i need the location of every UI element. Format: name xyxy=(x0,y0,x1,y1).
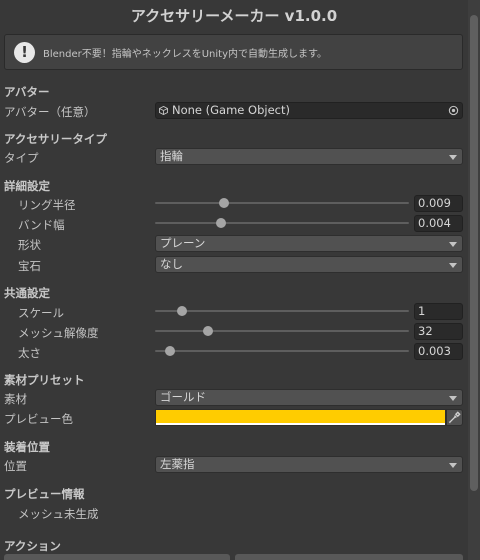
section-accessory-type: アクセサリータイプ xyxy=(4,132,107,146)
gem-dropdown[interactable]: なし xyxy=(155,256,463,273)
avatar-field-label: アバター（任意） xyxy=(4,105,96,119)
section-attach: 装着位置 xyxy=(4,440,50,454)
position-dropdown[interactable]: 左薬指 xyxy=(155,456,463,473)
mesh-resolution-slider[interactable] xyxy=(155,323,409,340)
thickness-slider[interactable] xyxy=(155,343,409,360)
type-dropdown[interactable]: 指輪 xyxy=(155,148,463,165)
action-button-left[interactable] xyxy=(4,554,230,560)
preview-color-field[interactable] xyxy=(155,409,446,426)
scale-input[interactable]: 1 xyxy=(414,303,463,320)
help-box: ! Blender不要！指輪やネックレスをUnity内で自動生成します。 xyxy=(4,34,463,70)
slider-track xyxy=(155,222,409,224)
mesh-resolution-input[interactable]: 32 xyxy=(414,323,463,340)
eyedropper-icon xyxy=(448,411,461,424)
chevron-down-icon xyxy=(449,463,457,468)
section-actions: アクション xyxy=(4,539,61,553)
shape-dropdown[interactable]: プレーン xyxy=(155,235,463,252)
gem-dropdown-value: なし xyxy=(160,257,183,271)
chevron-down-icon xyxy=(449,263,457,268)
chevron-down-icon xyxy=(449,155,457,160)
band-width-label: バンド幅 xyxy=(18,218,65,232)
band-width-slider[interactable] xyxy=(155,215,409,232)
scrollbar[interactable] xyxy=(468,0,480,560)
shape-dropdown-value: プレーン xyxy=(160,236,206,250)
slider-thumb[interactable] xyxy=(203,326,214,336)
section-details: 詳細設定 xyxy=(4,179,50,193)
section-preview-info: プレビュー情報 xyxy=(4,487,85,501)
slider-track xyxy=(155,202,409,204)
material-label: 素材 xyxy=(4,392,27,406)
avatar-object-field[interactable]: None (Game Object) xyxy=(155,102,463,119)
thickness-label: 太さ xyxy=(18,346,41,360)
ring-radius-label: リング半径 xyxy=(18,198,76,212)
ring-radius-input[interactable]: 0.009 xyxy=(414,195,463,212)
slider-track xyxy=(155,330,409,332)
slider-track xyxy=(155,350,409,352)
section-common: 共通設定 xyxy=(4,286,50,300)
slider-thumb[interactable] xyxy=(176,306,187,316)
ring-radius-slider[interactable] xyxy=(155,195,409,212)
slider-thumb[interactable] xyxy=(164,346,175,356)
type-label: タイプ xyxy=(4,151,39,165)
type-dropdown-value: 指輪 xyxy=(160,149,183,163)
action-buttons xyxy=(0,554,468,560)
gameobject-icon xyxy=(159,106,168,115)
section-material-preset: 素材プリセット xyxy=(4,373,85,387)
eyedropper-button[interactable] xyxy=(446,409,463,426)
preview-color-label: プレビュー色 xyxy=(4,412,73,426)
scale-slider[interactable] xyxy=(155,303,409,320)
scrollbar-thumb[interactable] xyxy=(470,15,478,491)
window-title: アクセサリーメーカー v1.0.0 xyxy=(130,7,338,25)
chevron-down-icon xyxy=(449,242,457,247)
shape-label: 形状 xyxy=(18,238,41,252)
gem-label: 宝石 xyxy=(18,259,41,273)
position-dropdown-value: 左薬指 xyxy=(160,457,195,471)
scale-label: スケール xyxy=(18,306,64,320)
preview-status: メッシュ未生成 xyxy=(18,507,99,521)
chevron-down-icon xyxy=(449,396,457,401)
alpha-bar xyxy=(156,423,445,425)
slider-track xyxy=(155,310,409,312)
info-icon: ! xyxy=(14,41,35,63)
thickness-input[interactable]: 0.003 xyxy=(414,343,463,360)
help-text: Blender不要！指輪やネックレスをUnity内で自動生成します。 xyxy=(43,48,328,60)
slider-thumb[interactable] xyxy=(216,218,227,228)
object-picker-icon[interactable] xyxy=(448,105,459,116)
section-avatar: アバター xyxy=(4,85,50,99)
band-width-input[interactable]: 0.004 xyxy=(414,215,463,232)
mesh-resolution-label: メッシュ解像度 xyxy=(18,326,99,340)
material-dropdown[interactable]: ゴールド xyxy=(155,389,463,406)
avatar-field-value: None (Game Object) xyxy=(172,103,290,117)
position-label: 位置 xyxy=(4,459,27,473)
action-button-right[interactable] xyxy=(235,554,463,560)
material-dropdown-value: ゴールド xyxy=(160,390,206,404)
slider-thumb[interactable] xyxy=(218,198,229,208)
